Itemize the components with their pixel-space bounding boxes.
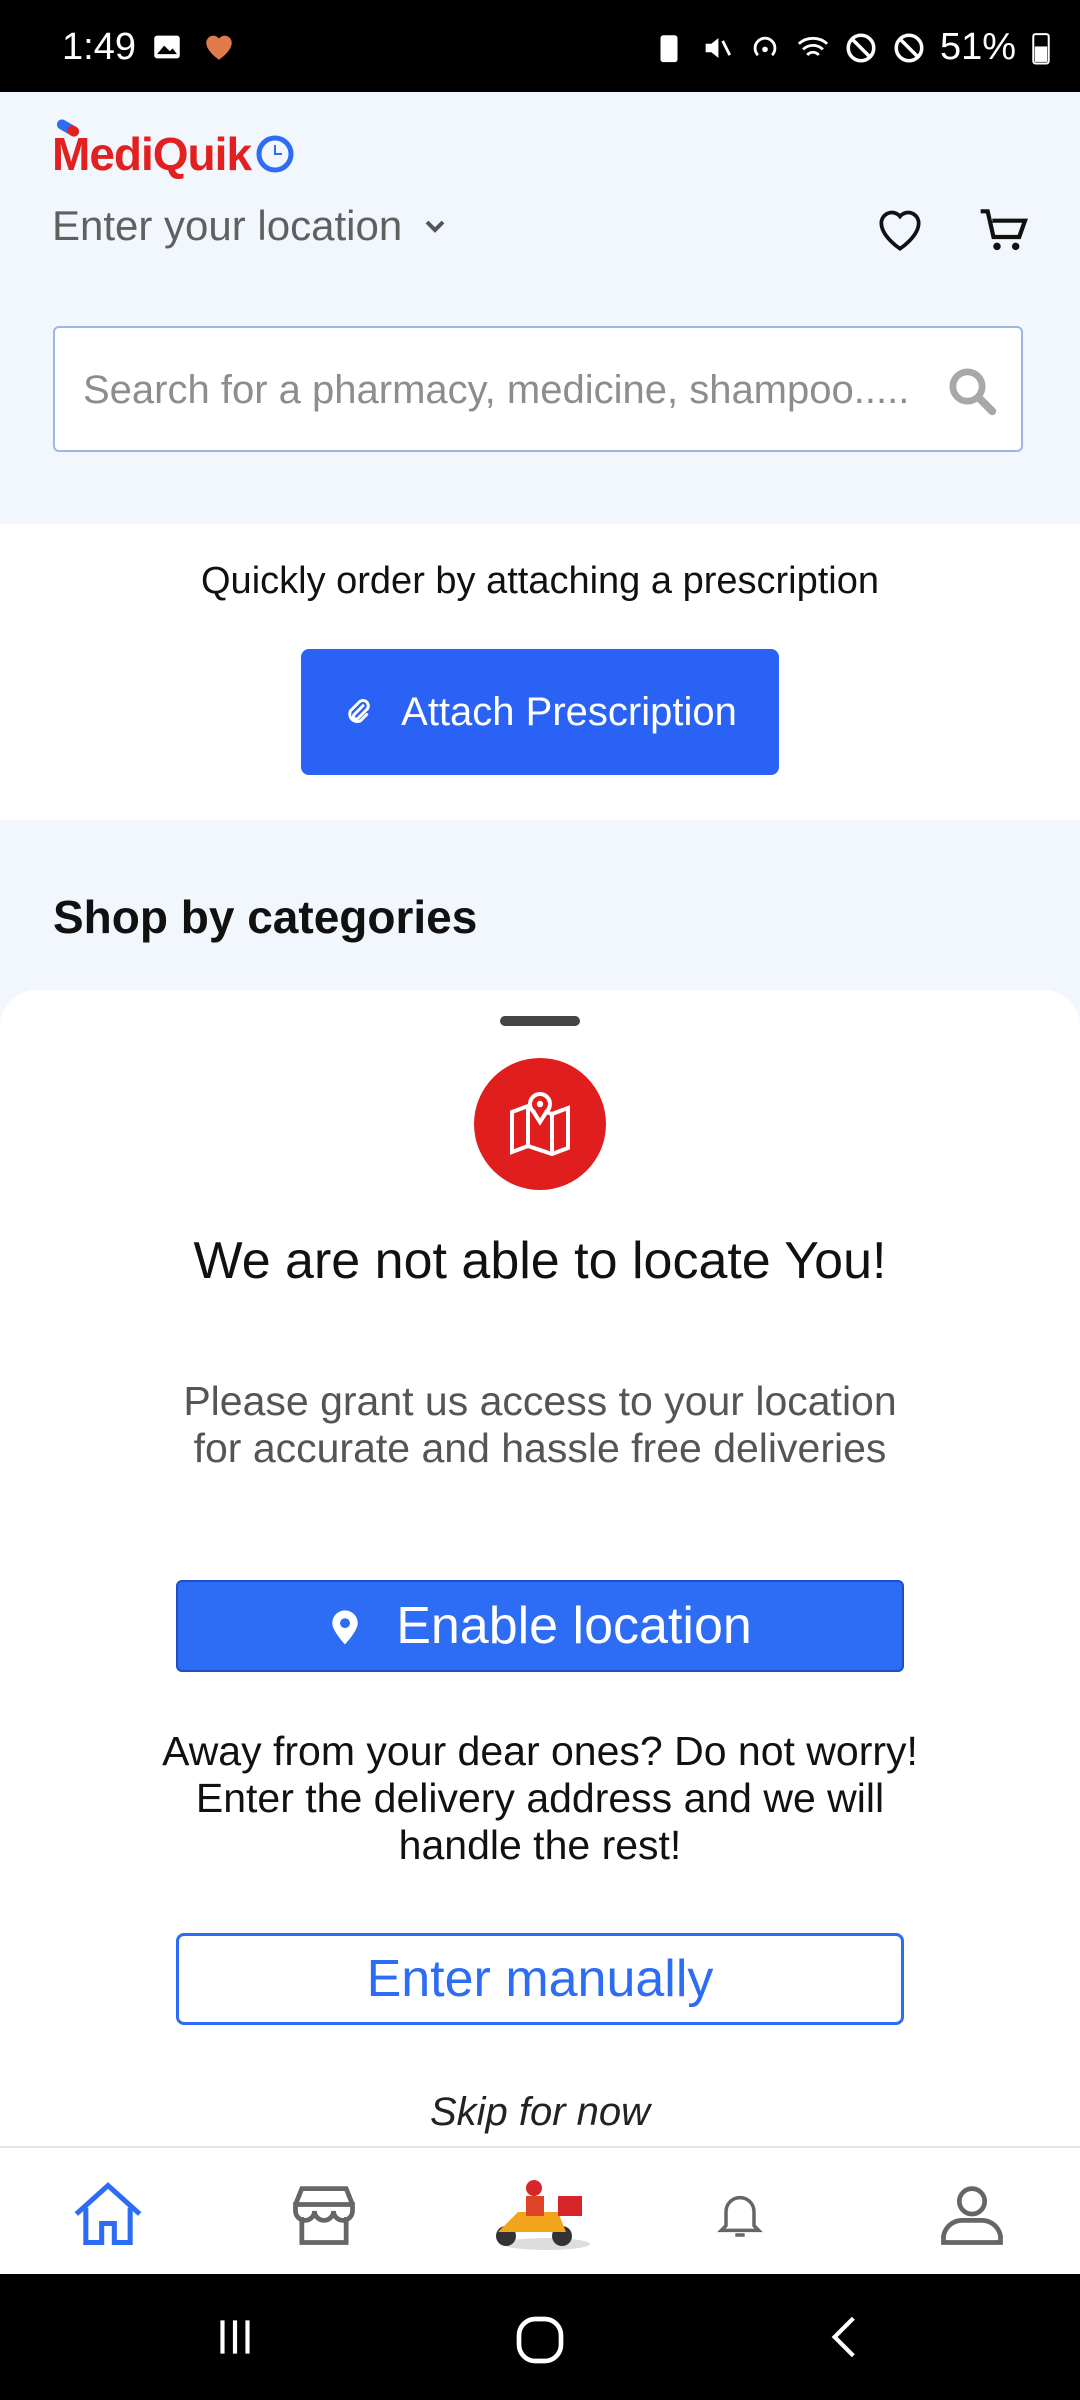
enter-manually-button[interactable]: Enter manually [176,1933,904,2025]
prescription-prompt: Quickly order by attaching a prescriptio… [201,560,879,602]
system-navigation-bar [0,2274,1080,2400]
sheet-drag-handle[interactable] [500,1016,580,1026]
hotspot-icon [753,36,777,56]
logo-clock-icon [256,135,294,173]
app-header: MediQuik Enter your location Search for … [0,92,1080,524]
enable-location-label: Enable location [396,1597,752,1655]
cart-icon[interactable] [976,202,1032,258]
block-icon [894,32,924,63]
search-placeholder: Search for a pharmacy, medicine, shampoo… [83,368,910,412]
do-not-disturb-icon [846,32,876,63]
pill-icon [56,119,80,137]
recent-apps-icon[interactable] [210,2312,260,2362]
map-location-icon [474,1058,606,1190]
wishlist-heart-icon[interactable] [872,202,928,258]
delivery-scooter-icon[interactable] [486,2172,590,2252]
gallery-icon [154,35,180,59]
attach-prescription-label: Attach Prescription [401,689,737,734]
locate-subtitle: Please grant us access to your location … [183,1378,897,1471]
bell-icon[interactable] [712,2186,768,2242]
locate-title: We are not able to locate You! [193,1232,887,1290]
location-bottom-sheet: We are not able to locate You! Please gr… [0,990,1080,2150]
search-input[interactable]: Search for a pharmacy, medicine, shampoo… [53,326,1023,452]
wifi-icon [797,36,829,56]
enter-manually-label: Enter manually [366,1950,714,2008]
home-icon[interactable] [70,2176,146,2252]
shop-by-categories-heading: Shop by categories [53,891,478,943]
location-placeholder: Enter your location [52,202,403,249]
status-bar: 1:49 51% [0,0,1080,92]
profile-icon[interactable] [934,2176,1010,2252]
battery-saver-icon [660,34,678,62]
paperclip-icon [348,698,370,723]
location-pin-icon [332,1610,358,1645]
location-selector[interactable]: Enter your location [52,202,448,250]
status-time: 1:49 [62,26,136,68]
status-left-icons [150,30,236,64]
search-icon[interactable] [945,364,999,418]
skip-for-now-link[interactable]: Skip for now [0,2090,1080,2135]
away-message: Away from your dear ones? Do not worry! … [162,1728,918,1868]
health-heart-icon [206,35,232,60]
bottom-navigation [0,2146,1080,2276]
status-right-icons: 51% [652,26,1052,69]
mute-icon [705,37,731,58]
store-icon[interactable] [286,2176,362,2252]
app-logo[interactable]: MediQuik [52,119,295,181]
prescription-section: Quickly order by attaching a prescriptio… [0,524,1080,820]
battery-icon [1032,32,1050,64]
enable-location-button[interactable]: Enable location [176,1580,904,1672]
battery-percent: 51% [939,26,1016,68]
home-button-icon[interactable] [512,2312,568,2368]
back-icon[interactable] [820,2312,870,2362]
chevron-down-icon [425,220,445,233]
attach-prescription-button[interactable]: Attach Prescription [301,649,779,775]
